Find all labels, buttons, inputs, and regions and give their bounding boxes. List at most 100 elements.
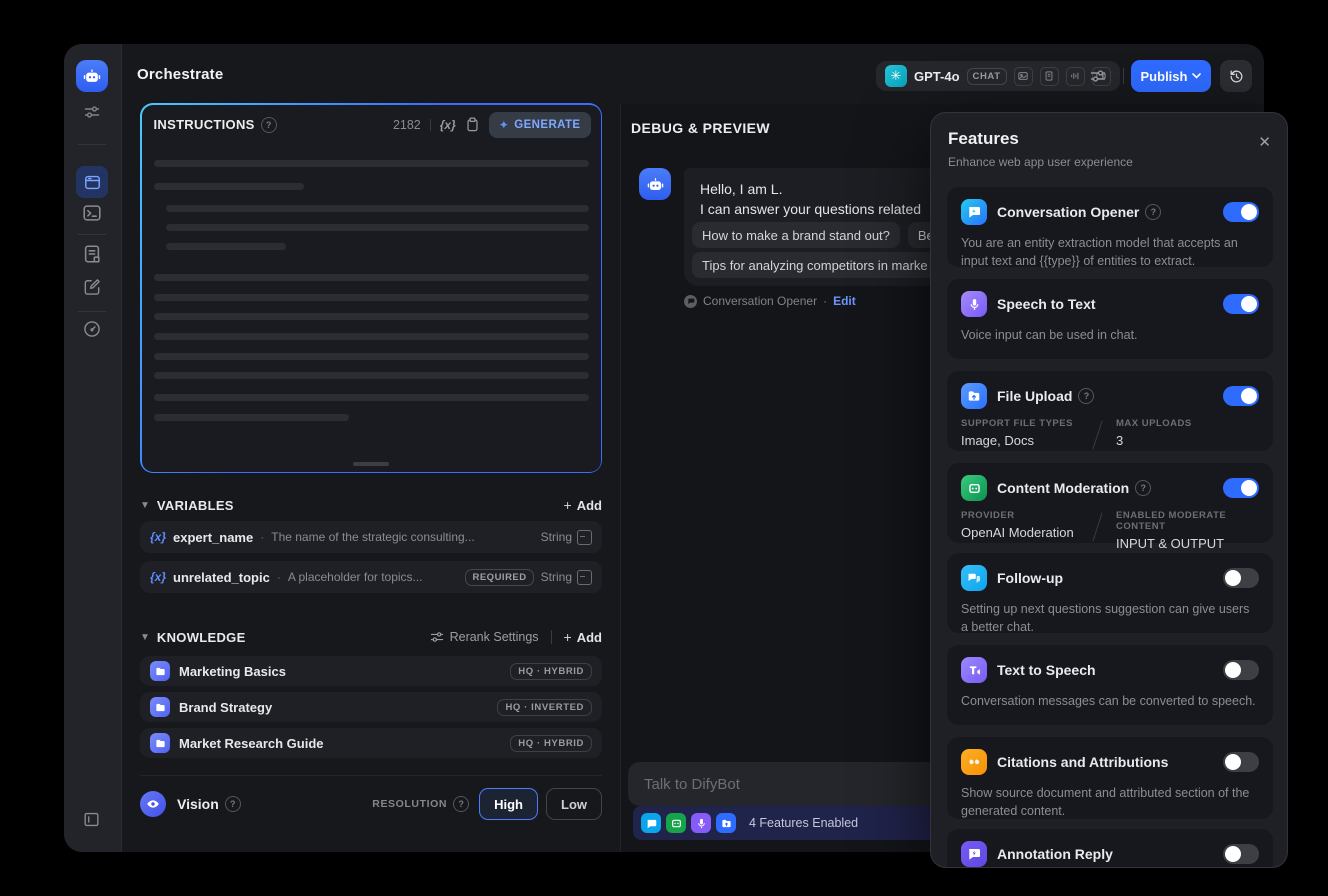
feature-title: Citations and Attributions xyxy=(997,754,1169,770)
help-icon[interactable]: ? xyxy=(260,116,277,133)
help-icon[interactable]: ? xyxy=(224,796,241,812)
knowledge-header: ▼ KNOWLEDGE Rerank Settings + Add xyxy=(140,626,602,648)
feature-card-conversation-opener: Conversation Opener ? You are an entity … xyxy=(947,187,1273,269)
header-divider xyxy=(1123,68,1124,84)
variables-header: ▼ VARIABLES + Add xyxy=(140,494,602,516)
version-history-button[interactable] xyxy=(1220,60,1252,92)
feature-card-citations: Citations and Attributions Show source d… xyxy=(947,737,1273,819)
prompt-skeleton-line xyxy=(153,371,589,379)
rerank-settings-button[interactable]: Rerank Settings xyxy=(430,630,539,644)
suggestion-chip[interactable]: Tips for analyzing competitors in marke xyxy=(692,252,938,278)
knowledge-row[interactable]: Marketing Basics HQ · HYBRID xyxy=(140,656,602,686)
dataset-name: Market Research Guide xyxy=(179,735,324,751)
close-icon[interactable]: ✕ xyxy=(1258,135,1271,150)
speech-to-text-icon xyxy=(961,291,987,317)
text-to-speech-toggle[interactable] xyxy=(1223,660,1259,680)
feature-card-follow-up: Follow-up Setting up next questions sugg… xyxy=(947,553,1273,634)
variables-title: VARIABLES xyxy=(156,497,234,513)
prompt-skeleton-line xyxy=(153,312,589,320)
dataset-name: Marketing Basics xyxy=(179,663,286,679)
help-icon[interactable]: ? xyxy=(453,796,470,812)
feature-description: Conversation messages can be converted t… xyxy=(961,694,1256,708)
add-label: Add xyxy=(576,629,602,645)
conversation-opener-toggle[interactable] xyxy=(1223,202,1259,222)
prompt-skeleton-line xyxy=(165,204,589,212)
app-settings-sliders-icon[interactable] xyxy=(82,104,102,120)
features-panel: Features ✕ Enhance web app user experien… xyxy=(930,112,1288,868)
sidebar xyxy=(64,44,122,852)
citations-toggle[interactable] xyxy=(1223,752,1259,772)
feature-title: Follow-up xyxy=(997,570,1064,586)
history-icon xyxy=(1230,70,1242,82)
app-logo-robot-icon[interactable] xyxy=(76,60,108,92)
vision-section: Vision ? RESOLUTION ? High Low xyxy=(140,786,602,822)
chevron-down-icon[interactable]: ▼ xyxy=(140,500,150,511)
publish-button[interactable]: Publish xyxy=(1131,60,1211,92)
audio-capability-icon xyxy=(1065,66,1085,86)
resolution-low-button[interactable]: Low xyxy=(546,788,602,820)
file-upload-toggle[interactable] xyxy=(1223,386,1259,406)
suggestion-chip[interactable]: How to make a brand stand out? xyxy=(692,222,900,248)
required-badge: REQUIRED xyxy=(465,568,534,586)
variable-row[interactable]: {x} expert_name · The name of the strate… xyxy=(140,521,602,553)
retrieval-badge: HQ · HYBRID xyxy=(510,662,592,680)
meta-col: PROVIDER OpenAI Moderation xyxy=(961,510,1079,540)
chevron-down-icon[interactable]: ▼ xyxy=(140,632,150,643)
panel-left-icon xyxy=(84,812,99,827)
generate-button[interactable]: ✦ GENERATE xyxy=(488,111,591,138)
variable-type-label: String xyxy=(540,570,572,584)
model-config-sliders-button[interactable] xyxy=(1083,61,1113,91)
speech-to-text-toggle[interactable] xyxy=(1223,294,1259,314)
meta-label: MAX UPLOADS xyxy=(1116,418,1192,429)
dot-separator: · xyxy=(260,530,265,544)
resolution-label: RESOLUTION xyxy=(372,798,448,810)
help-icon[interactable]: ? xyxy=(1135,480,1152,496)
content-moderation-toggle[interactable] xyxy=(1223,478,1259,498)
variable-row[interactable]: {x} unrelated_topic · A placeholder for … xyxy=(140,561,602,593)
sidebar-item-monitoring[interactable] xyxy=(82,319,102,339)
meta-label: PROVIDER xyxy=(961,510,1015,521)
add-knowledge-button[interactable]: + Add xyxy=(564,629,602,645)
knowledge-row[interactable]: Market Research Guide HQ · HYBRID xyxy=(140,728,602,758)
add-variable-button[interactable]: + Add xyxy=(564,497,602,513)
help-icon[interactable]: ? xyxy=(1078,388,1095,404)
openai-logo-icon: ✳ xyxy=(885,65,907,87)
citations-icon xyxy=(961,749,987,775)
sidebar-item-annotations[interactable] xyxy=(82,277,102,297)
sidebar-item-logs[interactable] xyxy=(82,243,102,265)
insert-variable-icon[interactable]: {x} xyxy=(440,118,456,132)
dataset-folder-icon xyxy=(150,697,170,717)
variable-name: expert_name xyxy=(173,529,254,545)
prompt-skeleton-line xyxy=(153,293,589,301)
annotation-reply-toggle[interactable] xyxy=(1223,844,1259,864)
prompt-skeleton-line xyxy=(153,393,589,401)
feature-description: You are an entity extraction model that … xyxy=(961,236,1238,269)
dot-separator: · xyxy=(276,570,281,584)
slash-divider xyxy=(1092,420,1103,450)
variable-description: A placeholder for topics... xyxy=(287,570,423,584)
sidebar-item-terminal[interactable] xyxy=(81,202,103,224)
feature-title: Speech to Text xyxy=(997,296,1096,312)
sidebar-divider xyxy=(78,311,106,312)
help-icon[interactable]: ? xyxy=(1145,204,1162,220)
dataset-folder-icon xyxy=(150,661,170,681)
edit-opener-link[interactable]: Edit xyxy=(833,294,856,308)
follow-up-toggle[interactable] xyxy=(1223,568,1259,588)
sidebar-item-orchestrate[interactable] xyxy=(76,166,108,198)
knowledge-row[interactable]: Brand Strategy HQ · INVERTED xyxy=(140,692,602,722)
document-icon xyxy=(84,245,100,263)
sidebar-collapse-button[interactable] xyxy=(82,810,101,829)
opener-label: Conversation Opener xyxy=(703,294,818,308)
prompt-skeleton-line xyxy=(153,413,349,421)
resize-handle[interactable] xyxy=(353,461,389,466)
variable-icon: {x} xyxy=(150,570,167,584)
conversation-opener-icon xyxy=(961,199,987,225)
feature-title: Annotation Reply xyxy=(997,846,1113,862)
prompt-skeleton-line xyxy=(153,273,589,281)
resolution-high-button[interactable]: High xyxy=(479,788,538,820)
debug-preview-title: DEBUG & PREVIEW xyxy=(631,120,771,136)
copy-icon[interactable] xyxy=(466,117,479,132)
prompt-skeleton-line xyxy=(153,332,589,340)
file-upload-icon xyxy=(961,383,987,409)
chat-input-placeholder: Talk to DifyBot xyxy=(644,775,740,793)
